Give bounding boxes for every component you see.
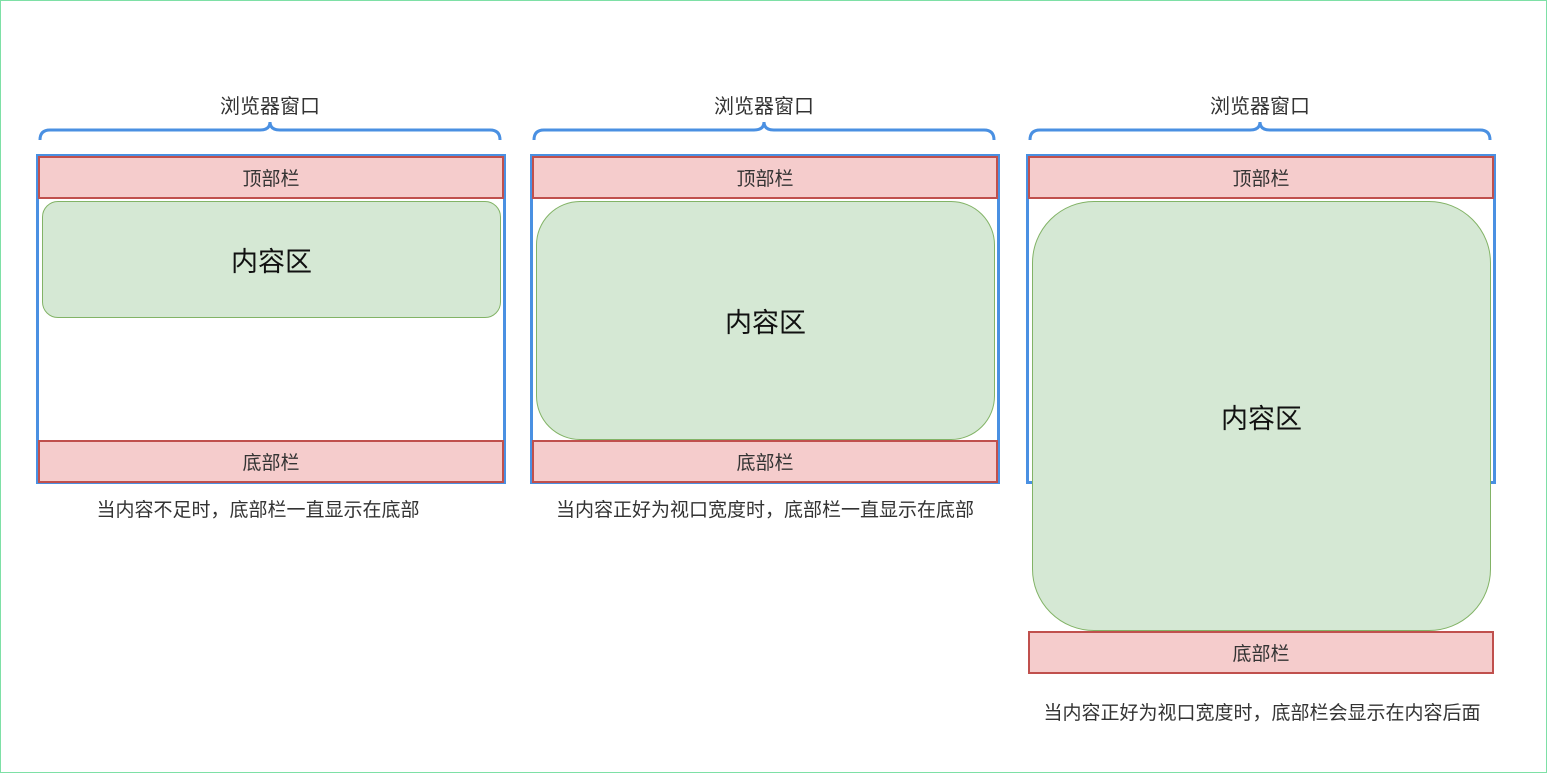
- footer-bar: 底部栏: [38, 440, 504, 483]
- diagram-caption: 当内容正好为视口宽度时，底部栏会显示在内容后面: [1043, 702, 1481, 724]
- brace-icon: [38, 121, 502, 141]
- footer-bar: 底部栏: [532, 440, 998, 483]
- brace-icon: [1028, 121, 1492, 141]
- header-bar: 顶部栏: [38, 156, 504, 199]
- header-bar: 顶部栏: [532, 156, 998, 199]
- brace-icon: [532, 121, 996, 141]
- content-area: 内容区: [1032, 201, 1491, 631]
- diagram-caption: 当内容正好为视口宽度时，底部栏一直显示在底部: [555, 499, 974, 521]
- browser-window-label: 浏览器窗口: [1210, 94, 1310, 118]
- content-area: 内容区: [42, 201, 501, 318]
- browser-window-label: 浏览器窗口: [220, 94, 320, 118]
- header-bar: 顶部栏: [1028, 156, 1494, 199]
- diagram-caption: 当内容不足时，底部栏一直显示在底部: [96, 499, 420, 521]
- content-area: 内容区: [536, 201, 995, 440]
- footer-bar: 底部栏: [1028, 631, 1494, 674]
- browser-window-label: 浏览器窗口: [714, 94, 814, 118]
